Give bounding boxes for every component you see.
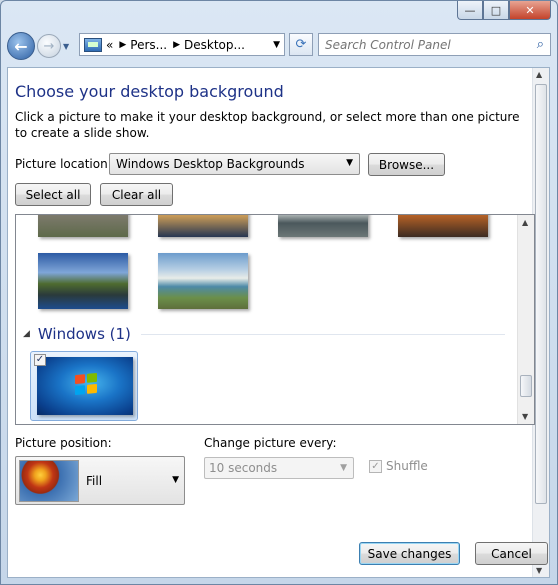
minimize-icon: — [464, 3, 476, 17]
chevron-down-icon: ▼ [340, 463, 347, 473]
breadcrumb-separator-icon: ▶ [119, 39, 127, 50]
page-title: Choose your desktop background [15, 82, 284, 101]
close-icon: ✕ [525, 3, 535, 17]
cancel-button[interactable]: Cancel [475, 542, 548, 565]
windows-logo-icon [75, 372, 97, 396]
back-button[interactable]: ← [7, 32, 35, 60]
forward-button[interactable]: → [37, 34, 61, 58]
wallpaper-thumbnail[interactable] [398, 215, 488, 237]
breadcrumb-personalization[interactable]: Pers... [130, 38, 167, 52]
breadcrumb-separator-icon: ▶ [173, 39, 181, 50]
save-changes-button[interactable]: Save changes [359, 542, 460, 565]
scroll-up-icon[interactable]: ▲ [536, 70, 542, 79]
control-panel-icon [84, 37, 102, 52]
change-picture-label: Change picture every: [204, 436, 337, 450]
wallpaper-thumbnail[interactable] [158, 215, 248, 237]
shuffle-option[interactable]: ✓ Shuffle [369, 459, 428, 473]
minimize-button[interactable]: — [457, 1, 483, 20]
recent-pages-dropdown[interactable]: ▼ [63, 42, 75, 51]
change-picture-interval-select[interactable]: 10 seconds ▼ [204, 457, 354, 479]
wallpaper-thumbnail[interactable] [278, 215, 368, 237]
change-picture-interval-value: 10 seconds [209, 461, 278, 475]
collapse-triangle-icon[interactable]: ◢ [23, 329, 30, 339]
windows-wallpaper-thumbnail [37, 357, 133, 415]
picture-position-value: Fill [86, 474, 103, 488]
search-box[interactable]: ⌕ [318, 33, 551, 56]
navigation-bar: ← → ▼ « ▶ Pers... ▶ Desktop... ▼ ⟳ ⌕ [7, 29, 551, 63]
page-description: Click a picture to make it your desktop … [15, 110, 520, 140]
picture-location-select[interactable]: Windows Desktop Backgrounds ▼ [109, 153, 360, 175]
windows-wallpaper-item[interactable]: ✓ [30, 351, 138, 421]
shuffle-checkbox[interactable]: ✓ [369, 459, 382, 473]
picture-location-label: Picture location: [15, 157, 112, 171]
chevron-down-icon: ▼ [63, 41, 70, 51]
picture-gallery[interactable]: ◢ Windows (1) ✓ ▲ ▼ [15, 214, 535, 425]
refresh-button[interactable]: ⟳ [289, 33, 313, 56]
windows-wallpaper-checkbox[interactable]: ✓ [34, 354, 46, 366]
caption-buttons: — □ ✕ [457, 1, 551, 21]
forward-arrow-icon: → [43, 38, 55, 54]
browse-button[interactable]: Browse... [368, 153, 445, 176]
group-divider [140, 333, 505, 335]
picture-position-label: Picture position: [15, 436, 112, 450]
wallpaper-thumbnail[interactable] [158, 253, 248, 309]
search-input[interactable] [325, 37, 525, 52]
content-pane: ▲ ▼ Choose your desktop background Click… [7, 67, 550, 578]
windows-group-name: Windows (1) [37, 325, 131, 343]
address-history-dropdown-icon[interactable]: ▼ [273, 40, 280, 50]
breadcrumb-desktop-background[interactable]: Desktop... [184, 38, 245, 52]
refresh-icon: ⟳ [295, 37, 307, 52]
maximize-icon: □ [490, 3, 502, 17]
shuffle-label: Shuffle [386, 459, 428, 473]
fill-preview-image [19, 460, 79, 502]
chevron-down-icon: ▼ [172, 475, 179, 485]
search-icon[interactable]: ⌕ [537, 37, 544, 52]
wallpaper-thumbnail[interactable] [38, 253, 128, 309]
gallery-scrollbar[interactable]: ▲ ▼ [517, 215, 534, 424]
address-bar[interactable]: « ▶ Pers... ▶ Desktop... ▼ [79, 33, 285, 56]
gallery-scrollbar-thumb[interactable] [520, 375, 532, 397]
select-all-button[interactable]: Select all [15, 183, 91, 206]
content-scrollbar-thumb[interactable] [535, 84, 547, 504]
maximize-button[interactable]: □ [483, 1, 509, 20]
picture-position-select[interactable]: Fill ▼ [15, 456, 185, 505]
breadcrumb-overflow[interactable]: « [106, 38, 113, 52]
wallpaper-thumbnail[interactable] [38, 215, 128, 237]
scroll-up-icon[interactable]: ▲ [522, 218, 528, 227]
scroll-down-icon[interactable]: ▼ [522, 412, 528, 421]
picture-location-value: Windows Desktop Backgrounds [116, 157, 305, 171]
back-arrow-icon: ← [14, 36, 28, 56]
close-button[interactable]: ✕ [509, 1, 551, 20]
chevron-down-icon: ▼ [346, 158, 353, 168]
clear-all-button[interactable]: Clear all [100, 183, 173, 206]
control-panel-window: — □ ✕ ← → ▼ « ▶ Pers... ▶ Desktop... ▼ ⟳… [0, 0, 558, 585]
windows-group-header[interactable]: ◢ Windows (1) [23, 325, 505, 343]
scroll-down-icon[interactable]: ▼ [536, 566, 542, 575]
